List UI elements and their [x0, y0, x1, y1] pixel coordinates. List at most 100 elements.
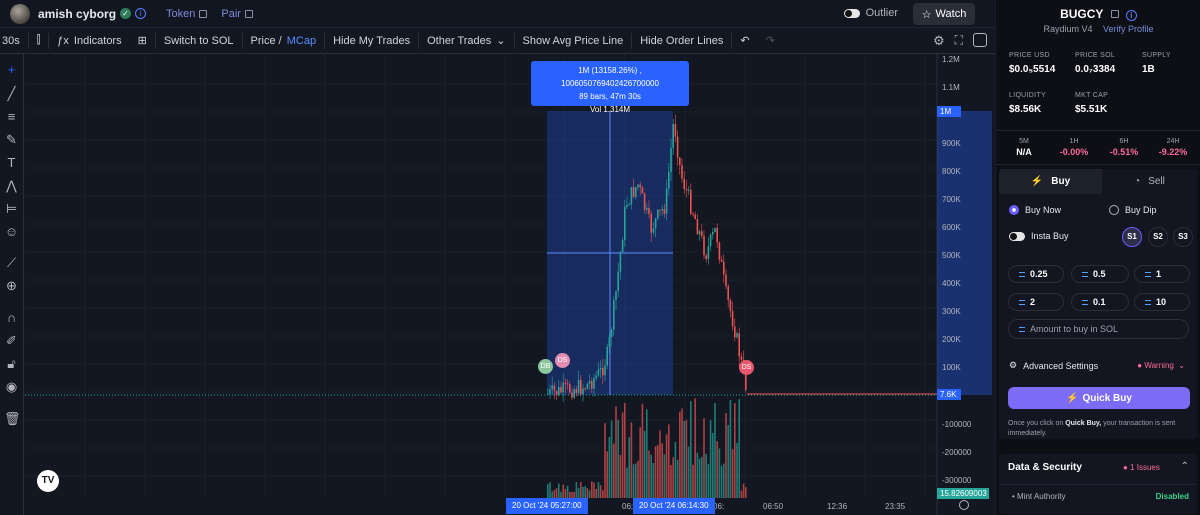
- insta-buy-toggle[interactable]: Insta Buy: [1009, 231, 1069, 241]
- candle-body: [624, 206, 626, 240]
- tab-buy[interactable]: ⚡ Buy: [999, 169, 1102, 194]
- hide-my-trades-button[interactable]: Hide My Trades: [325, 28, 418, 53]
- price-axis-label: 100K: [942, 363, 961, 372]
- candle-body: [672, 123, 674, 149]
- amount-button[interactable]: 0.1: [1071, 293, 1129, 311]
- volume-bar: [564, 489, 567, 498]
- price-axis-label: 400K: [942, 279, 961, 288]
- fullscreen-icon[interactable]: ⛶: [955, 33, 963, 49]
- amount-button[interactable]: 2: [1008, 293, 1064, 311]
- redo-button[interactable]: ↷: [758, 28, 783, 53]
- lock-drawing-icon[interactable]: ✐: [4, 333, 19, 348]
- volume-bar: [608, 436, 611, 498]
- volume-bar: [582, 486, 584, 498]
- price-mcap-toggle[interactable]: Price / MCap: [243, 28, 325, 53]
- amount-button[interactable]: 0.5: [1071, 265, 1129, 283]
- volume-bar: [714, 402, 716, 498]
- indicators-button[interactable]: ƒx Indicators: [49, 28, 129, 53]
- brush-icon[interactable]: ✎: [4, 132, 19, 147]
- price-axis-label: 200K: [942, 335, 961, 344]
- candle-body: [650, 213, 652, 233]
- lock-icon[interactable]: 🔓︎: [4, 356, 19, 371]
- trash-icon[interactable]: 🗑︎: [4, 411, 21, 426]
- buy-marker[interactable]: DB: [538, 359, 553, 374]
- volume-bar: [643, 430, 646, 498]
- change-6h[interactable]: 6H -0.51%: [1099, 138, 1149, 157]
- candle-body: [727, 286, 729, 301]
- candle-type-button[interactable]: ⫿: [29, 28, 49, 53]
- volume-bar: [547, 484, 549, 498]
- magnet-icon[interactable]: ∩: [4, 310, 19, 325]
- camera-icon[interactable]: [973, 33, 987, 47]
- change-24h[interactable]: 24H -9.22%: [1148, 138, 1198, 157]
- tab-sell[interactable]: ◔ Sell: [1102, 169, 1197, 194]
- sol-icon: [1082, 300, 1088, 305]
- chevron-up-icon[interactable]: ⌃: [1181, 461, 1189, 472]
- sell-marker[interactable]: DS: [739, 360, 754, 375]
- advanced-settings-row[interactable]: ⚙ Advanced Settings ● Warning ⌄: [1009, 360, 1189, 371]
- amount-button[interactable]: 1: [1134, 265, 1190, 283]
- amount-input[interactable]: Amount to buy in SOL: [1008, 319, 1189, 339]
- volume-bar: [703, 418, 705, 498]
- toggle-switch[interactable]: [843, 8, 860, 18]
- verify-profile-link[interactable]: Verify Profile: [1103, 24, 1154, 34]
- username[interactable]: amish cyborg: [38, 7, 116, 21]
- interval-selector[interactable]: 30s: [0, 28, 28, 53]
- settings-icon[interactable]: ⚙: [933, 33, 945, 49]
- buy-dip-radio[interactable]: Buy Dip: [1109, 205, 1157, 215]
- token-link[interactable]: Token: [166, 8, 208, 20]
- sell-marker[interactable]: DS: [555, 353, 570, 368]
- candle-body: [685, 188, 688, 191]
- outlier-toggle[interactable]: Outlier: [843, 7, 898, 19]
- fib-icon[interactable]: ⊨: [4, 201, 19, 216]
- text-icon[interactable]: T: [4, 155, 19, 170]
- copy-icon[interactable]: [1110, 10, 1119, 18]
- switch-currency-button[interactable]: Switch to SOL: [156, 28, 242, 53]
- crosshair-icon[interactable]: +: [4, 62, 19, 77]
- other-trades-dropdown[interactable]: Other Trades ⌄: [419, 28, 513, 53]
- slot-s1-button[interactable]: S1: [1122, 227, 1142, 247]
- price-chart[interactable]: 1M (13158.26%) , 1006050769402426700000 …: [25, 54, 995, 515]
- horizontal-lines-icon[interactable]: ≡: [4, 109, 19, 124]
- tradingview-logo[interactable]: TV: [37, 470, 59, 492]
- candle-body: [712, 232, 714, 235]
- chart-canvas[interactable]: [25, 54, 995, 515]
- volume-bar: [632, 464, 635, 498]
- volume-bar: [665, 434, 668, 498]
- change-5m[interactable]: 5M N/A: [999, 138, 1049, 157]
- info-icon[interactable]: i: [135, 8, 147, 19]
- pattern-icon[interactable]: ⋀: [4, 178, 19, 193]
- drawing-toolbar: + ╱ ≡ ✎ T ⋀ ⊨ ☺ ⟋ ⊕ ∩ ✐ 🔓︎ ◉ 🗑︎: [0, 54, 24, 515]
- warning-badge: ● Warning ⌄: [1137, 361, 1185, 370]
- avatar[interactable]: [10, 3, 30, 24]
- data-security-section[interactable]: Data & Security ● 1 Issues ⌃ • Mint Auth…: [999, 454, 1197, 514]
- settings-icon[interactable]: [959, 500, 969, 510]
- volume-bar: [555, 488, 558, 498]
- zoom-icon[interactable]: ⊕: [4, 278, 19, 293]
- copy-icon[interactable]: [199, 9, 208, 18]
- ruler-icon[interactable]: ⟋: [4, 255, 19, 270]
- volume-bar: [641, 403, 644, 498]
- candle-body: [580, 379, 582, 394]
- hide-order-lines-button[interactable]: Hide Order Lines: [632, 28, 731, 53]
- slot-s2-button[interactable]: S2: [1148, 227, 1168, 247]
- layout-button[interactable]: ⊞: [130, 28, 155, 53]
- change-1h[interactable]: 1H -0.00%: [1049, 138, 1099, 157]
- slot-s3-button[interactable]: S3: [1173, 227, 1193, 247]
- candle-body: [597, 369, 600, 376]
- amount-button[interactable]: 10: [1134, 293, 1190, 311]
- eye-icon[interactable]: ◉: [4, 379, 19, 394]
- pair-link[interactable]: Pair: [221, 8, 253, 20]
- buy-now-radio[interactable]: Buy Now: [1009, 205, 1061, 215]
- undo-button[interactable]: ↶: [732, 28, 757, 53]
- watch-button[interactable]: ☆ Watch: [913, 3, 975, 25]
- trendline-icon[interactable]: ╱: [4, 86, 19, 101]
- info-icon[interactable]: i: [1125, 10, 1137, 21]
- quick-buy-button[interactable]: ⚡ Quick Buy: [1008, 387, 1190, 409]
- time-axis-label: 23:35: [885, 502, 906, 511]
- emoji-icon[interactable]: ☺: [4, 224, 19, 239]
- toggle-switch[interactable]: [1009, 231, 1025, 241]
- amount-button[interactable]: 0.25: [1008, 265, 1064, 283]
- copy-icon[interactable]: [244, 9, 253, 18]
- show-avg-price-button[interactable]: Show Avg Price Line: [515, 28, 632, 53]
